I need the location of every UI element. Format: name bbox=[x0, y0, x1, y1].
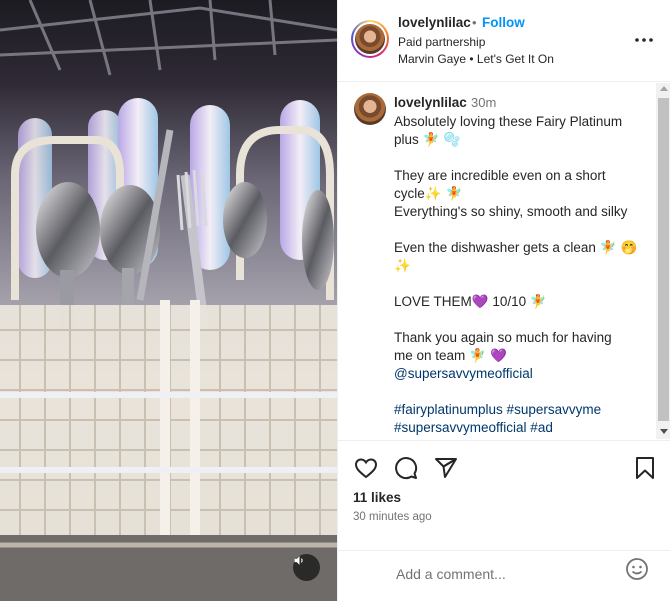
emoji: 🧚 🫧 bbox=[422, 132, 461, 148]
caption-line bbox=[394, 311, 644, 329]
caption-line: ✨ bbox=[394, 257, 644, 275]
caption-time: 30m bbox=[471, 95, 497, 110]
emoji: 🧚 🤭 bbox=[599, 240, 638, 256]
caption-line[interactable]: #fairyplatinum #fairydishwasher bbox=[394, 437, 644, 439]
caption-line-text: cycle bbox=[394, 186, 425, 201]
hashtag-link[interactable]: #fairyplatinum #fairydishwasher bbox=[394, 438, 583, 439]
caption-text: Absolutely loving these Fairy Platinum pl… bbox=[394, 113, 644, 439]
like-button[interactable] bbox=[353, 455, 379, 481]
caption-line: LOVE THEM💜 10/10 🧚 bbox=[394, 293, 644, 311]
add-comment-bar bbox=[338, 550, 670, 601]
hashtag-link[interactable]: @supersavvymeofficial bbox=[394, 366, 533, 381]
caption-line-text: LOVE THEM bbox=[394, 294, 472, 309]
comment-input[interactable] bbox=[396, 556, 616, 592]
post-dialog: lovelynlilac • Follow Paid partnership M… bbox=[0, 0, 670, 601]
hashtag-link[interactable]: #supersavvymeofficial #ad bbox=[394, 420, 553, 435]
caption-line[interactable]: #supersavvymeofficial #ad bbox=[394, 419, 644, 437]
caption-line: Thank you again so much for having bbox=[394, 329, 644, 347]
post-media[interactable] bbox=[0, 0, 337, 601]
caption-line bbox=[394, 275, 644, 293]
emoji: ✨ bbox=[394, 258, 411, 274]
caption-line[interactable]: @supersavvymeofficial bbox=[394, 365, 644, 383]
dishwasher-photo bbox=[0, 0, 337, 601]
follow-button[interactable]: Follow bbox=[482, 15, 525, 30]
emoji: 💜 bbox=[471, 294, 489, 310]
caption-line: plus 🧚 🫧 bbox=[394, 131, 644, 149]
caption-line bbox=[394, 221, 644, 239]
caption-line-text: Even the dishwasher gets a clean bbox=[394, 240, 600, 255]
caption-line: cycle✨ 🧚 bbox=[394, 185, 644, 203]
comments-scrollbar[interactable] bbox=[656, 83, 670, 439]
action-bar: 11 likes 30 minutes ago bbox=[338, 440, 670, 550]
scroll-down-arrow-icon[interactable] bbox=[660, 429, 668, 434]
caption-line: me on team 🧚 💜 bbox=[394, 347, 644, 365]
caption-line: Even the dishwasher gets a clean 🧚 🤭 bbox=[394, 239, 644, 257]
heart-icon bbox=[354, 458, 378, 479]
caption-line: Everything's so shiny, smooth and silky bbox=[394, 203, 644, 221]
paid-partnership-label[interactable]: Paid partnership bbox=[398, 35, 485, 49]
hashtag-link[interactable]: #fairyplatinumplus #supersavvyme bbox=[394, 402, 601, 417]
music-label[interactable]: Marvin Gaye • Let's Get It On bbox=[398, 52, 554, 66]
caption-line: They are incredible even on a short bbox=[394, 167, 644, 185]
caption-line-text: 10/10 bbox=[488, 294, 530, 309]
caption-avatar[interactable] bbox=[354, 93, 386, 125]
more-icon bbox=[635, 38, 653, 42]
scrollbar-thumb[interactable] bbox=[658, 98, 669, 421]
emoji: ✨ 🧚 bbox=[424, 186, 463, 202]
emoji: 🧚 💜 bbox=[469, 348, 507, 364]
post-time[interactable]: 30 minutes ago bbox=[353, 511, 432, 523]
caption-line-text: Everything's so shiny, smooth and silky bbox=[394, 204, 628, 219]
caption-line bbox=[394, 149, 644, 167]
more-options-button[interactable] bbox=[634, 30, 654, 50]
save-icon bbox=[636, 457, 654, 479]
comment-button[interactable] bbox=[393, 455, 419, 481]
story-ring[interactable] bbox=[351, 20, 389, 58]
likes-count[interactable]: 11 likes bbox=[353, 490, 401, 505]
caption-line-text: me on team bbox=[394, 348, 470, 363]
save-button[interactable] bbox=[632, 455, 658, 481]
share-icon bbox=[435, 458, 457, 478]
separator-dot: • bbox=[472, 15, 477, 30]
header-username[interactable]: lovelynlilac bbox=[398, 15, 471, 30]
caption-line: Absolutely loving these Fairy Platinum bbox=[394, 113, 644, 131]
caption-line-text: Thank you again so much for having bbox=[394, 330, 612, 345]
caption-line-text: Absolutely loving these Fairy Platinum bbox=[394, 114, 623, 129]
smiley-icon bbox=[626, 558, 648, 580]
emoji: 🧚 bbox=[529, 294, 547, 310]
scroll-up-arrow-icon[interactable] bbox=[660, 86, 668, 91]
avatar bbox=[355, 24, 385, 54]
comments-area[interactable]: lovelynlilac 30m Absolutely loving these… bbox=[338, 83, 670, 439]
emoji-picker-button[interactable] bbox=[625, 557, 651, 583]
caption-line-text: plus bbox=[394, 132, 423, 147]
post-panel: lovelynlilac • Follow Paid partnership M… bbox=[337, 0, 670, 601]
caption-line bbox=[394, 383, 644, 401]
caption-username[interactable]: lovelynlilac bbox=[394, 95, 467, 110]
comment-icon bbox=[395, 457, 418, 480]
speaker-icon bbox=[294, 556, 303, 565]
caption-line-text: They are incredible even on a short bbox=[394, 168, 606, 183]
share-button[interactable] bbox=[433, 455, 459, 481]
mute-button[interactable] bbox=[293, 554, 320, 581]
caption-line[interactable]: #fairyplatinumplus #supersavvyme bbox=[394, 401, 644, 419]
post-header: lovelynlilac • Follow Paid partnership M… bbox=[338, 0, 670, 82]
